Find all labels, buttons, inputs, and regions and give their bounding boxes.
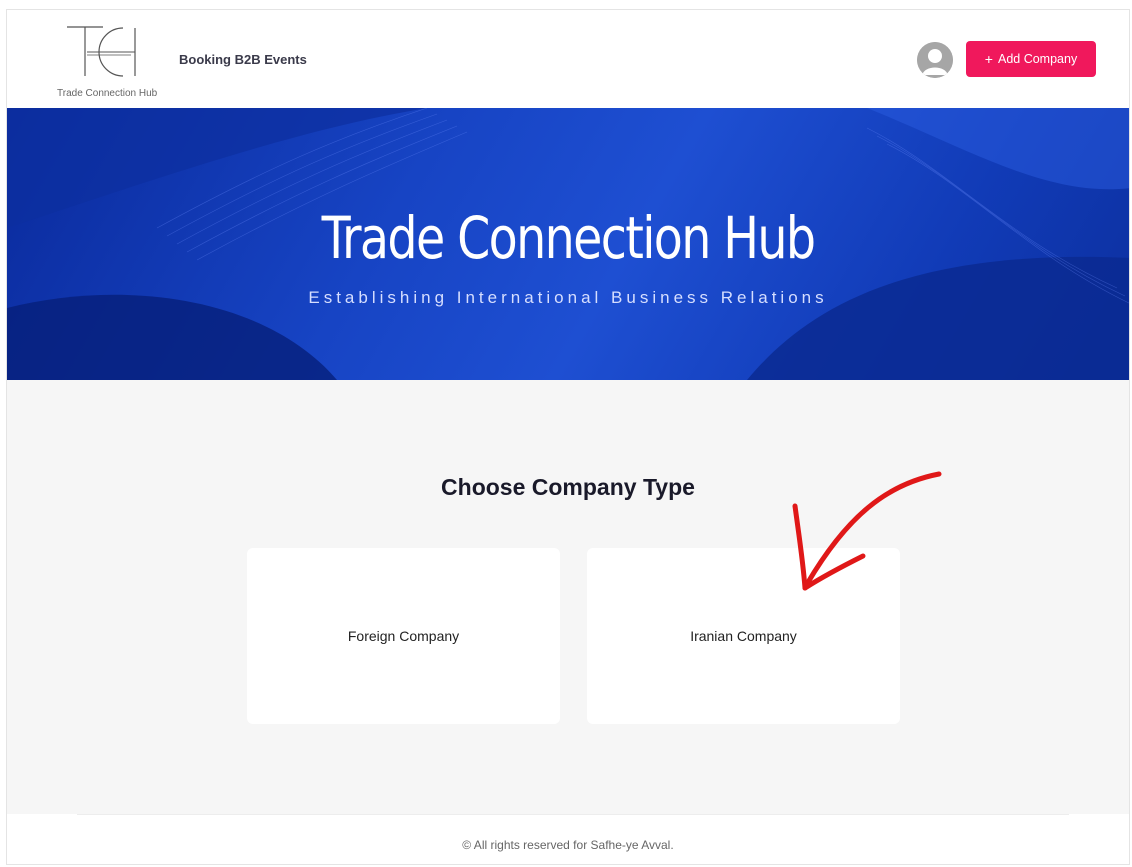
company-type-section: Choose Company Type Foreign Company Iran… <box>7 380 1129 814</box>
plus-icon: + <box>984 51 993 67</box>
hero-banner: Trade Connection Hub Establishing Intern… <box>7 108 1129 380</box>
iranian-company-label: Iranian Company <box>690 628 797 644</box>
annotation-arrow-icon <box>792 471 942 591</box>
add-company-button[interactable]: + Add Company <box>966 41 1096 77</box>
avatar-icon[interactable] <box>917 42 953 78</box>
site-header: Trade Connection Hub Booking B2B Events … <box>7 10 1129 108</box>
hero-title: Trade Connection Hub <box>321 204 816 272</box>
page-frame: Trade Connection Hub Booking B2B Events … <box>6 9 1130 865</box>
hero-subtitle: Establishing International Business Rela… <box>308 288 828 307</box>
logo-mark-icon <box>67 26 136 77</box>
section-heading: Choose Company Type <box>441 474 695 500</box>
foreign-company-card[interactable]: Foreign Company <box>247 548 560 724</box>
nav-link-booking-b2b-events[interactable]: Booking B2B Events <box>179 52 307 67</box>
footer-divider <box>77 814 1069 815</box>
footer-copyright: © All rights reserved for Safhe-ye Avval… <box>462 838 674 852</box>
logo-text: Trade Connection Hub <box>57 88 158 99</box>
site-logo[interactable]: Trade Connection Hub <box>57 24 167 99</box>
add-company-label: Add Company <box>997 52 1078 66</box>
site-footer: © All rights reserved for Safhe-ye Avval… <box>7 814 1129 864</box>
foreign-company-label: Foreign Company <box>347 628 460 644</box>
